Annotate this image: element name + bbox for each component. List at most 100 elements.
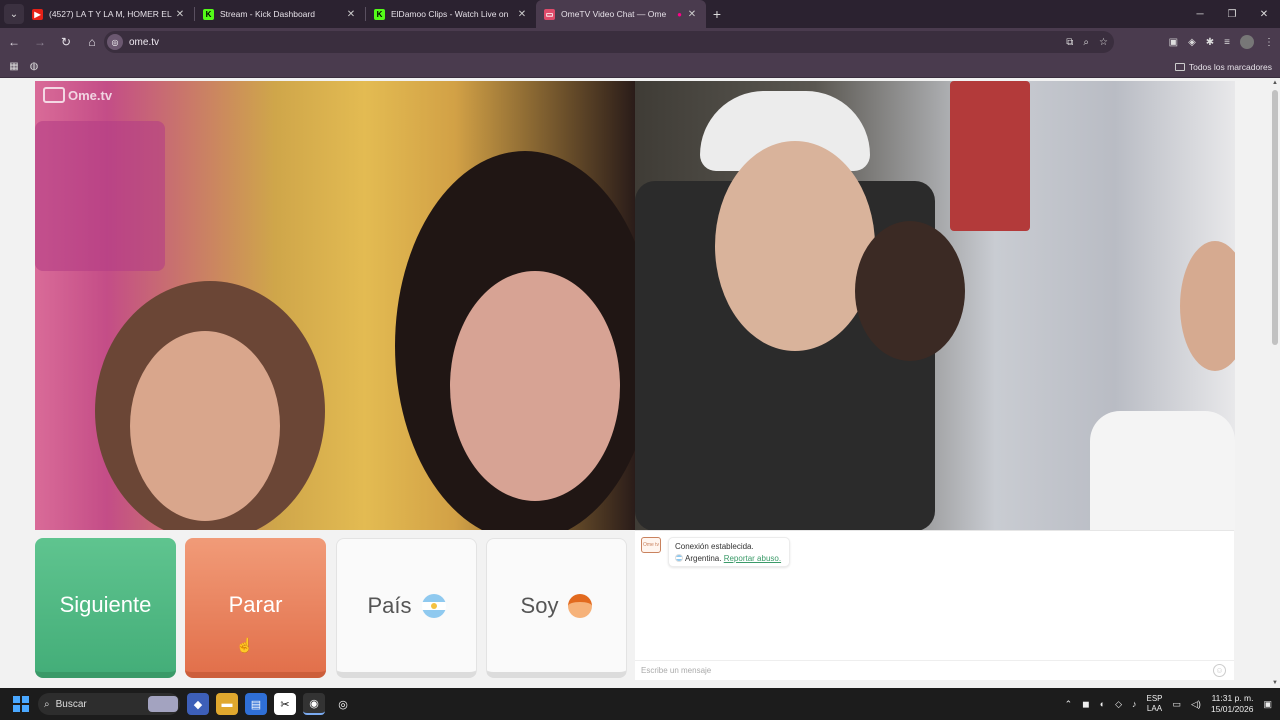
close-icon[interactable]: ✕ bbox=[345, 9, 357, 20]
time-text: 11:31 p. m. bbox=[1211, 693, 1254, 703]
stranger-country: Argentina. bbox=[685, 554, 722, 563]
puzzle-icon[interactable]: ✱ bbox=[1206, 37, 1214, 48]
globe-icon[interactable]: ◍ bbox=[28, 61, 40, 73]
tab-title: (4527) LA T Y LA M, HOMER EL bbox=[49, 9, 172, 19]
tab-kick-clips[interactable]: K ElDamoo Clips - Watch Live on ✕ bbox=[366, 0, 536, 28]
search-icon: ⌕ bbox=[44, 698, 50, 710]
profile-avatar[interactable] bbox=[1240, 35, 1254, 49]
language-code: ESP bbox=[1146, 694, 1163, 703]
windows-taskbar: ⌕ Buscar ◆ ▬ ▤ ✂ ◉ ◎ ⌃ ◼ ◐ ◇ ♪ ESP LAA ▭… bbox=[0, 688, 1280, 720]
ometv-avatar: Ome tv bbox=[641, 537, 661, 553]
browser-toolbar: ← → ↻ ⌂ ◎ ome.tv ⧉ ⌕ ☆ ▣ ◈ ✱ ≡ ⋮ bbox=[0, 28, 1280, 56]
country-selector[interactable]: País bbox=[336, 538, 477, 678]
zoom-icon[interactable]: ⌕ bbox=[1083, 37, 1089, 48]
capcut-icon[interactable]: ✂ bbox=[274, 693, 296, 715]
kick-icon: K bbox=[203, 8, 214, 20]
cast-icon[interactable]: ⧉ bbox=[1066, 37, 1073, 48]
site-info-icon[interactable]: ◎ bbox=[107, 34, 123, 50]
obs-icon[interactable]: ◎ bbox=[332, 693, 354, 715]
scroll-down-icon[interactable]: ▼ bbox=[1272, 680, 1278, 686]
tv-screen-image bbox=[35, 121, 165, 271]
next-button[interactable]: Siguiente bbox=[35, 538, 176, 678]
flag-banner-image bbox=[950, 81, 1030, 231]
chevron-up-icon[interactable]: ⌃ bbox=[1065, 699, 1073, 710]
report-abuse-link[interactable]: Reportar abuso. bbox=[724, 554, 781, 563]
volume-icon[interactable]: ◁) bbox=[1191, 699, 1201, 710]
face-image bbox=[130, 331, 280, 521]
clock[interactable]: 11:31 p. m. 15/01/2026 bbox=[1211, 693, 1254, 715]
minimize-icon[interactable]: ─ bbox=[1184, 0, 1216, 28]
tab-ometv[interactable]: ▭ OmeTV Video Chat — Ome ● ✕ bbox=[536, 0, 706, 28]
scrollbar-thumb[interactable] bbox=[1272, 90, 1278, 345]
url-text: ome.tv bbox=[129, 36, 160, 48]
all-bookmarks-button[interactable]: Todos los marcadores bbox=[1174, 56, 1272, 78]
store-icon[interactable]: ▤ bbox=[245, 693, 267, 715]
connection-status: Conexión establecida. bbox=[675, 542, 754, 551]
discord-icon[interactable]: ◐ bbox=[1100, 699, 1105, 709]
logo-text: Ome.tv bbox=[68, 87, 113, 103]
all-bookmarks-label: Todos los marcadores bbox=[1188, 62, 1272, 72]
network-icon[interactable]: ▭ bbox=[1173, 699, 1182, 710]
translate-icon[interactable]: ◈ bbox=[1188, 37, 1196, 48]
address-actions: ⧉ ⌕ ☆ bbox=[1066, 31, 1108, 53]
argentina-flag-icon bbox=[421, 593, 446, 618]
chat-panel: Ome tv Conexión establecida. Argentina. … bbox=[635, 530, 1234, 680]
media-icon[interactable]: ≡ bbox=[1224, 37, 1230, 48]
gender-label: Soy bbox=[520, 592, 559, 618]
folder-icon bbox=[1174, 63, 1185, 71]
extension-icon[interactable]: ▣ bbox=[1169, 37, 1178, 48]
emoji-icon[interactable]: ☺ bbox=[1213, 664, 1226, 677]
home-icon[interactable]: ⌂ bbox=[80, 30, 104, 54]
system-tray: ⌃ ◼ ◐ ◇ ♪ ESP LAA ▭ ◁) 11:31 p. m. 15/01… bbox=[1065, 688, 1272, 720]
bookmarks-bar: ▦ ◍ Todos los marcadores bbox=[0, 56, 1280, 78]
apps-grid-icon[interactable]: ▦ bbox=[8, 61, 20, 73]
tab-strip: ⌄ ▶ (4527) LA T Y LA M, HOMER EL ✕ K Str… bbox=[0, 0, 1280, 28]
message-placeholder: Escribe un mensaje bbox=[641, 666, 712, 675]
system-message: Conexión establecida. Argentina. Reporta… bbox=[668, 537, 790, 567]
boy-emoji-icon bbox=[568, 593, 593, 618]
ometv-logo: Ome.tv bbox=[43, 87, 112, 103]
remote-video bbox=[635, 81, 1235, 530]
new-tab-button[interactable]: + bbox=[706, 6, 728, 22]
message-input[interactable]: Escribe un mensaje bbox=[635, 660, 1234, 680]
date-text: 15/01/2026 bbox=[1210, 704, 1254, 714]
page-scrollbar[interactable]: ▲ ▼ bbox=[1270, 78, 1280, 688]
chrome-icon[interactable]: ◉ bbox=[303, 693, 325, 715]
windows-start-icon[interactable] bbox=[13, 696, 29, 712]
gender-selector[interactable]: Soy bbox=[486, 538, 627, 678]
restore-icon[interactable]: ❐ bbox=[1216, 0, 1248, 28]
tab-search-button[interactable]: ⌄ bbox=[4, 4, 24, 24]
back-icon[interactable]: ← bbox=[2, 30, 26, 54]
stop-button-label: Parar bbox=[228, 592, 283, 617]
close-icon[interactable]: ✕ bbox=[686, 9, 698, 20]
notifications-icon[interactable]: ▣ bbox=[1263, 699, 1272, 710]
microphone-icon[interactable]: ♪ bbox=[1132, 699, 1137, 709]
tab-kick-dashboard[interactable]: K Stream - Kick Dashboard ✕ bbox=[195, 0, 365, 28]
tab-title: OmeTV Video Chat — Ome bbox=[561, 9, 667, 19]
shield-icon[interactable]: ◇ bbox=[1115, 699, 1122, 710]
youtube-icon: ▶ bbox=[32, 8, 43, 20]
menu-icon[interactable]: ⋮ bbox=[1264, 37, 1274, 48]
kick-icon: K bbox=[374, 8, 385, 20]
reload-icon[interactable]: ↻ bbox=[54, 30, 78, 54]
forward-icon[interactable]: → bbox=[28, 30, 52, 54]
address-bar[interactable]: ◎ ome.tv ⧉ ⌕ ☆ bbox=[104, 31, 1114, 53]
bookmark-star-icon[interactable]: ☆ bbox=[1099, 37, 1108, 48]
person-image bbox=[1090, 411, 1235, 530]
close-window-icon[interactable]: ✕ bbox=[1248, 0, 1280, 28]
avatar-text: Ome tv bbox=[642, 542, 660, 548]
taskbar-search[interactable]: ⌕ Buscar bbox=[38, 693, 180, 715]
close-icon[interactable]: ✕ bbox=[516, 9, 528, 20]
tab-title: Stream - Kick Dashboard bbox=[220, 9, 315, 19]
file-explorer-icon[interactable]: ▬ bbox=[216, 693, 238, 715]
recording-icon: ● bbox=[677, 9, 682, 19]
window-controls: ─ ❐ ✕ bbox=[1184, 0, 1280, 28]
language-indicator[interactable]: ESP LAA bbox=[1146, 694, 1162, 714]
nvidia-icon[interactable]: ◼ bbox=[1082, 699, 1089, 710]
copilot-icon[interactable]: ◆ bbox=[187, 693, 209, 715]
stop-button[interactable]: Parar bbox=[185, 538, 326, 678]
tab-youtube[interactable]: ▶ (4527) LA T Y LA M, HOMER EL ✕ bbox=[24, 0, 194, 28]
ometv-page: Ome.tv Siguiente Parar País Soy ☝ Ome tv… bbox=[0, 78, 1280, 688]
scroll-up-icon[interactable]: ▲ bbox=[1272, 80, 1278, 86]
close-icon[interactable]: ✕ bbox=[174, 9, 186, 20]
